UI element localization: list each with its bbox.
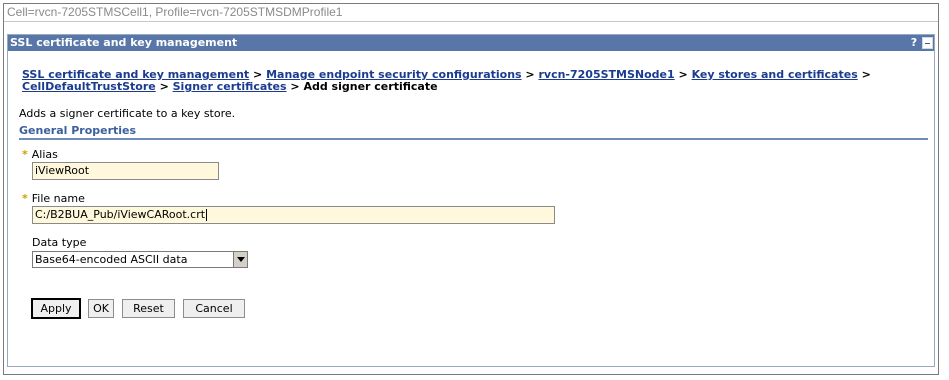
file-name-value: C:/B2BUA_Pub/iViewCARoot.crt — [35, 208, 206, 221]
file-name-label: File name — [31, 192, 85, 205]
alias-label-row: * Alias — [22, 148, 58, 161]
breadcrumb-signer-certs[interactable]: Signer certificates — [173, 80, 287, 93]
ok-button[interactable]: OK — [88, 299, 114, 318]
required-marker: * — [22, 148, 28, 161]
alias-value: iViewRoot — [35, 164, 90, 177]
file-name-label-row: * File name — [22, 192, 85, 205]
minimize-icon[interactable] — [922, 37, 933, 49]
cell-profile-bar: Cell=rvcn-7205STMSCell1, Profile=rvcn-72… — [4, 4, 938, 22]
breadcrumb-separator: > — [678, 68, 688, 81]
breadcrumb-trust-store[interactable]: CellDefaultTrustStore — [22, 80, 156, 93]
panel-title: SSL certificate and key management — [10, 36, 238, 49]
breadcrumb: SSL certificate and key management > Man… — [22, 69, 922, 93]
ssl-panel: SSL certificate and key management ? SSL… — [7, 34, 935, 367]
reset-button[interactable]: Reset — [122, 299, 175, 318]
general-properties-heading: General Properties — [19, 124, 928, 140]
breadcrumb-separator: > — [525, 68, 535, 81]
breadcrumb-separator: > — [290, 80, 300, 93]
alias-label: Alias — [31, 148, 58, 161]
file-name-field[interactable]: C:/B2BUA_Pub/iViewCARoot.crt — [32, 206, 555, 224]
cell-profile-text: Cell=rvcn-7205STMSCell1, Profile=rvcn-72… — [7, 5, 343, 19]
page-description: Adds a signer certificate to a key store… — [19, 107, 236, 120]
breadcrumb-separator: > — [159, 80, 169, 93]
help-icon[interactable]: ? — [909, 36, 919, 50]
data-type-selected: Base64-encoded ASCII data — [35, 253, 188, 266]
required-marker: * — [22, 192, 28, 205]
breadcrumb-current: Add signer certificate — [303, 80, 438, 93]
panel-title-bar: SSL certificate and key management ? — [8, 35, 934, 51]
breadcrumb-key-stores[interactable]: Key stores and certificates — [692, 68, 858, 81]
panel-controls: ? — [909, 36, 933, 50]
cancel-button[interactable]: Cancel — [183, 299, 245, 318]
alias-field[interactable]: iViewRoot — [32, 162, 219, 180]
text-cursor — [206, 209, 208, 221]
data-type-select[interactable]: Base64-encoded ASCII data — [32, 251, 248, 268]
data-type-label: Data type — [32, 236, 87, 249]
breadcrumb-node[interactable]: rvcn-7205STMSNode1 — [538, 68, 674, 81]
breadcrumb-separator: > — [861, 68, 871, 81]
apply-button[interactable]: Apply — [31, 298, 81, 319]
chevron-down-icon[interactable] — [233, 252, 247, 267]
